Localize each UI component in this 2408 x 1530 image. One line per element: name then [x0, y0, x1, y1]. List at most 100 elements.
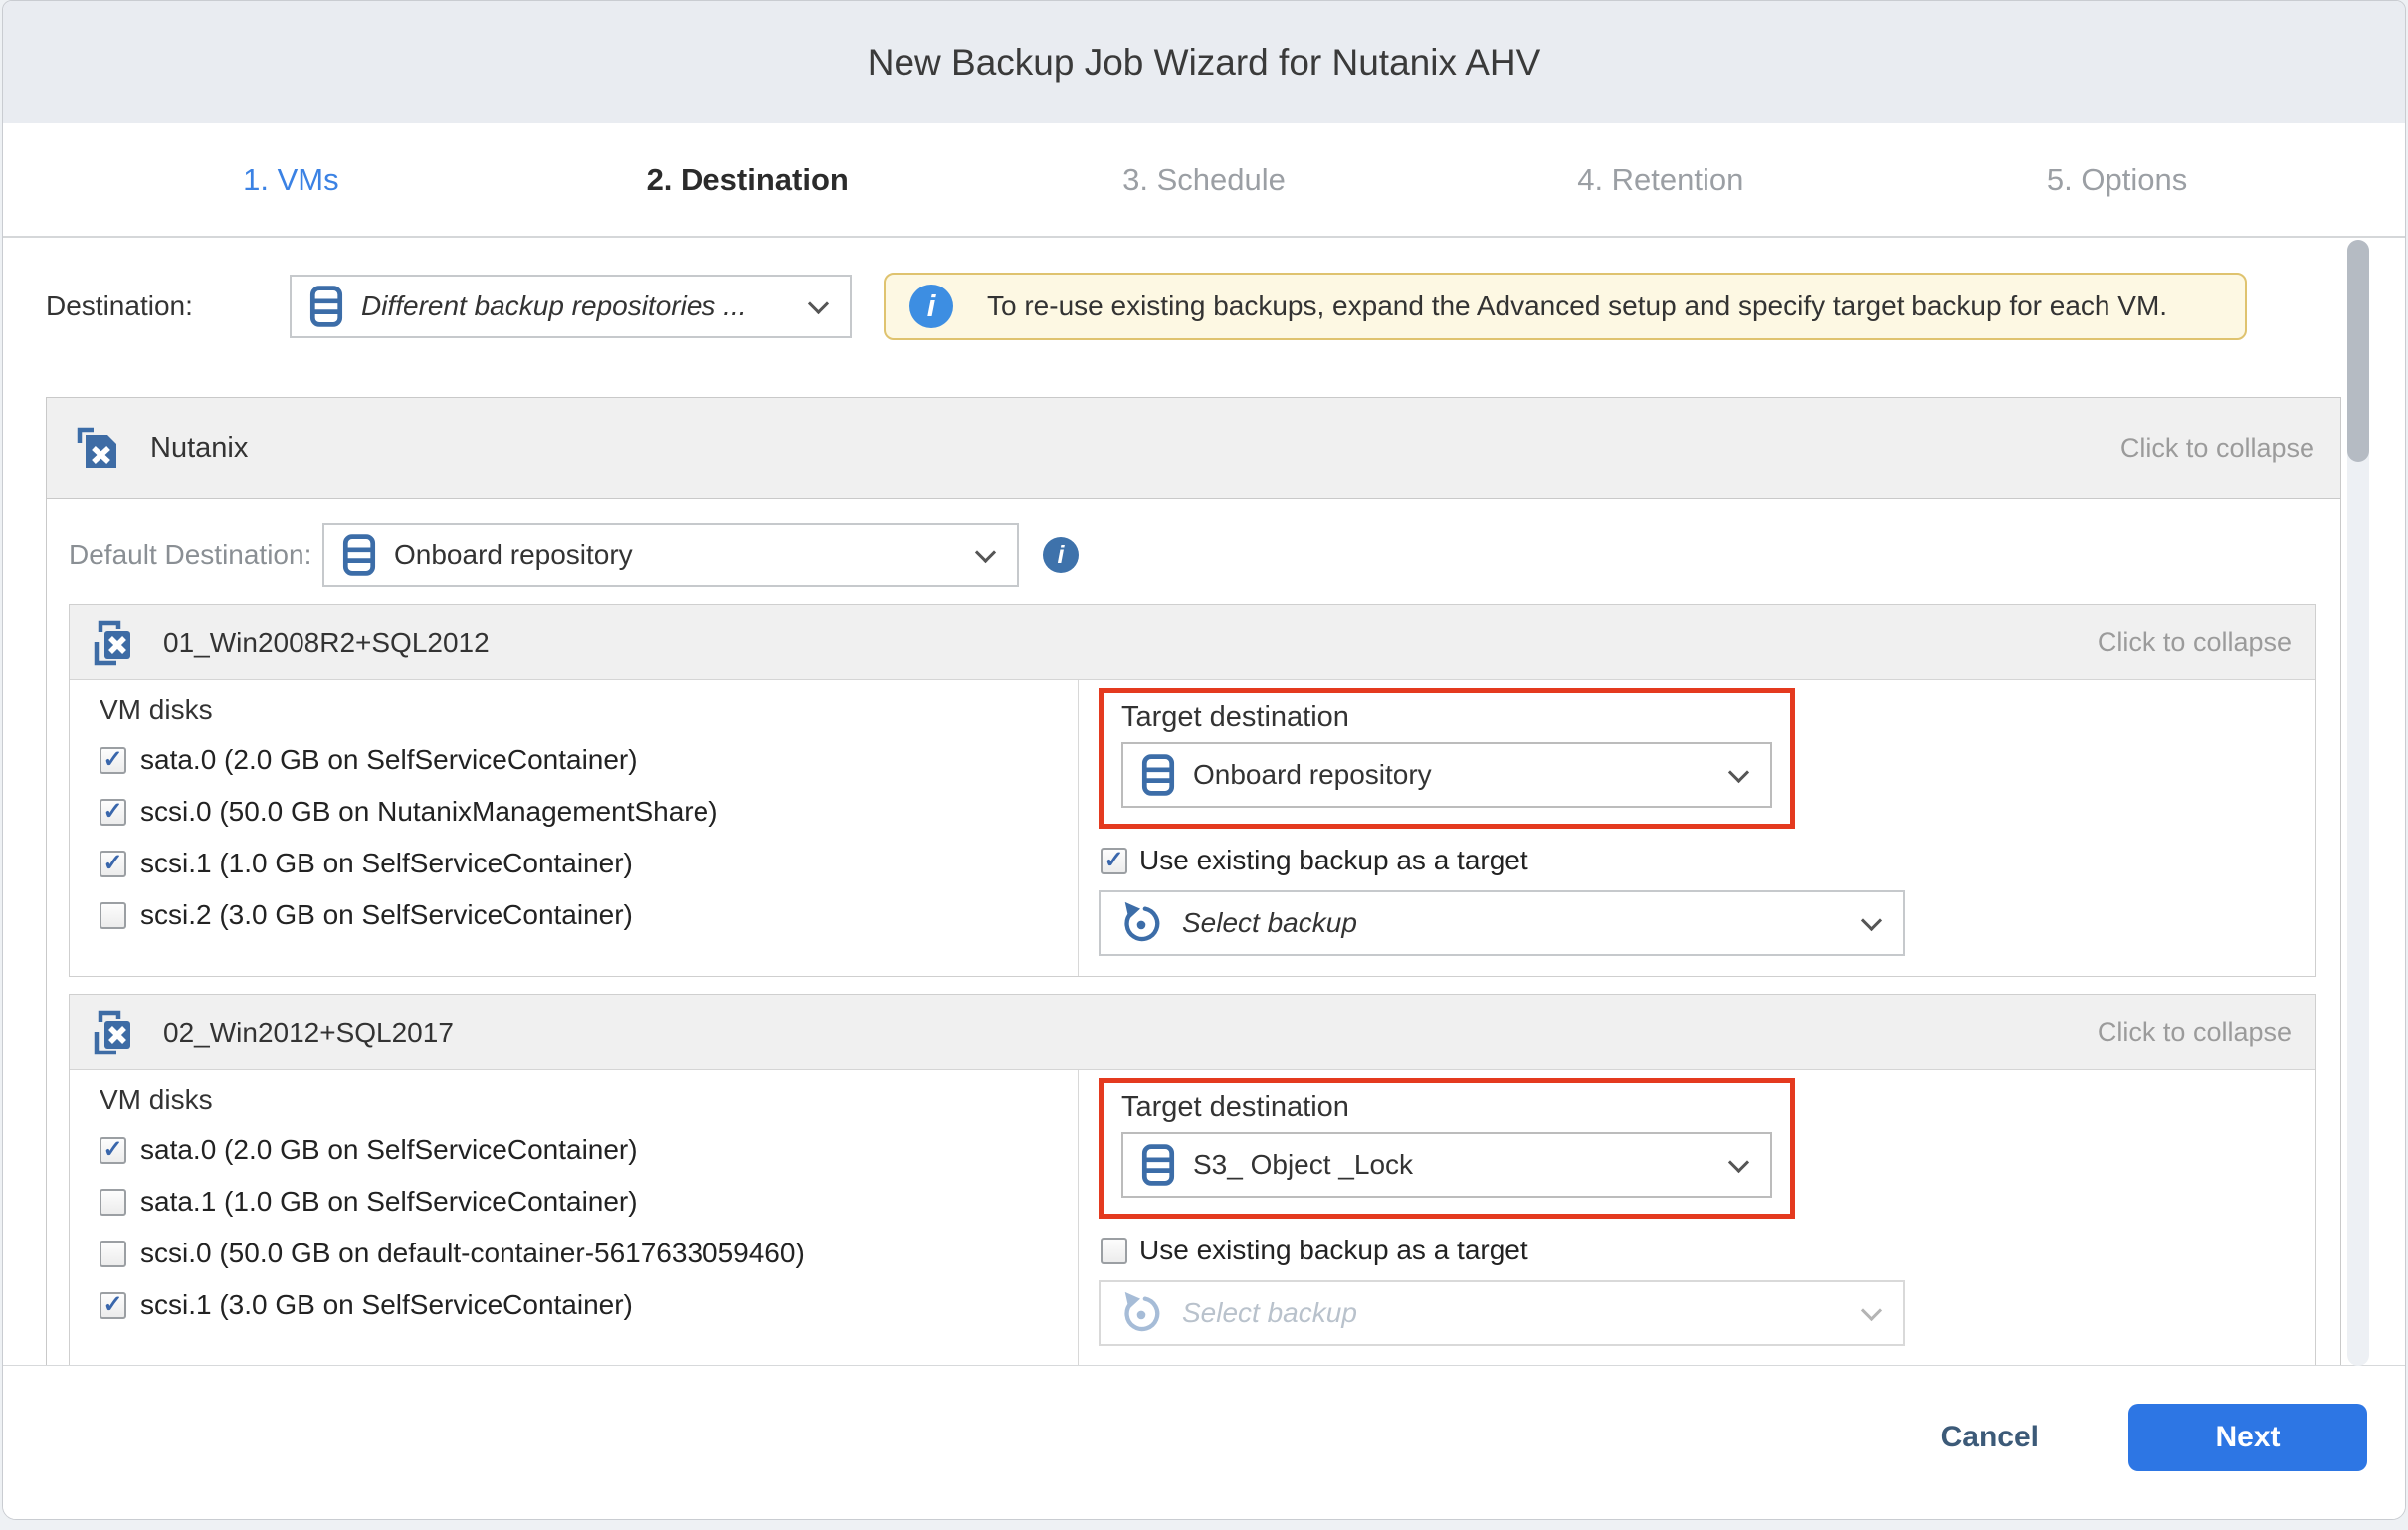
- nutanix-section-body: Default Destination: Onboard repository …: [46, 499, 2341, 1366]
- repository-icon: [1141, 1143, 1175, 1187]
- next-button[interactable]: Next: [2128, 1404, 2367, 1471]
- vm-02-target-highlight: Target destination S3_ Object _Lock: [1099, 1078, 1795, 1219]
- page-title: New Backup Job Wizard for Nutanix AHV: [868, 42, 1541, 84]
- destination-label: Destination:: [46, 290, 290, 322]
- vm-02-body: VM disks sata.0 (2.0 GB on SelfServiceCo…: [70, 1070, 2315, 1366]
- vertical-scrollbar-track[interactable]: [2347, 240, 2369, 1366]
- disk-checkbox[interactable]: [100, 1241, 126, 1267]
- chevron-down-icon: [808, 292, 829, 313]
- default-destination-dropdown[interactable]: Onboard repository: [322, 523, 1019, 587]
- step-retention: 4. Retention: [1432, 162, 1889, 198]
- disk-checkbox[interactable]: [100, 851, 126, 877]
- disk-label: sata.0 (2.0 GB on SelfServiceContainer): [140, 744, 638, 776]
- nutanix-section: Nutanix Click to collapse Default Destin…: [46, 397, 2341, 1366]
- titlebar: New Backup Job Wizard for Nutanix AHV: [3, 1, 2405, 123]
- vm-02-use-existing-row[interactable]: Use existing backup as a target: [1101, 1235, 2315, 1266]
- use-existing-label: Use existing backup as a target: [1139, 845, 1528, 876]
- vm-01-disks: VM disks sata.0 (2.0 GB on SelfServiceCo…: [70, 680, 1079, 976]
- disk-row[interactable]: sata.0 (2.0 GB on SelfServiceContainer): [100, 734, 1078, 786]
- backup-job-wizard-dialog: New Backup Job Wizard for Nutanix AHV 1.…: [2, 0, 2406, 1520]
- nutanix-collapse-hint[interactable]: Click to collapse: [2120, 433, 2314, 464]
- vm-02-select-backup-value: Select backup: [1182, 1297, 1852, 1329]
- chevron-down-icon: [1728, 761, 1749, 782]
- vm-02-disks: VM disks sata.0 (2.0 GB on SelfServiceCo…: [70, 1070, 1079, 1366]
- disk-checkbox[interactable]: [100, 1137, 126, 1164]
- disk-checkbox[interactable]: [100, 902, 126, 929]
- chevron-down-icon: [1728, 1151, 1749, 1172]
- vm-01-use-existing-row[interactable]: Use existing backup as a target: [1101, 845, 2315, 876]
- wizard-footer: Cancel Next: [3, 1366, 2405, 1519]
- vm-01-target-column: Target destination Onboard repository: [1079, 680, 2315, 976]
- wizard-content: Destination: Different backup repositori…: [3, 240, 2405, 1366]
- disk-row[interactable]: scsi.0 (50.0 GB on default-container-561…: [100, 1228, 1078, 1279]
- vm-01-target-value: Onboard repository: [1193, 759, 1719, 791]
- vertical-scrollbar-thumb[interactable]: [2347, 240, 2369, 462]
- default-destination-label: Default Destination:: [69, 539, 322, 571]
- chevron-down-icon: [975, 541, 996, 562]
- nutanix-cluster-icon: [73, 423, 122, 475]
- wizard-step-bar: 1. VMs 2. Destination 3. Schedule 4. Ret…: [3, 123, 2405, 238]
- vm-02-collapse-hint[interactable]: Click to collapse: [2098, 1017, 2292, 1048]
- use-existing-checkbox[interactable]: [1101, 1238, 1127, 1264]
- default-destination-info-icon[interactable]: i: [1043, 537, 1079, 573]
- default-destination-row: Default Destination: Onboard repository …: [69, 523, 2316, 587]
- disk-label: scsi.0 (50.0 GB on NutanixManagementShar…: [140, 796, 718, 828]
- restore-point-icon: [1118, 1290, 1164, 1336]
- vm-box-01: 01_Win2008R2+SQL2012 Click to collapse V…: [69, 604, 2316, 977]
- disk-label: sata.1 (1.0 GB on SelfServiceContainer): [140, 1186, 638, 1218]
- disk-checkbox[interactable]: [100, 1189, 126, 1216]
- vm-box-02: 02_Win2012+SQL2017 Click to collapse VM …: [69, 994, 2316, 1366]
- step-schedule: 3. Schedule: [976, 162, 1433, 198]
- vm-01-collapse-hint[interactable]: Click to collapse: [2098, 627, 2292, 658]
- vm-01-title: 01_Win2008R2+SQL2012: [163, 627, 490, 659]
- use-existing-label: Use existing backup as a target: [1139, 1235, 1528, 1266]
- destination-dropdown-value: Different backup repositories ...: [361, 290, 799, 322]
- disk-checkbox[interactable]: [100, 747, 126, 774]
- vm-02-title: 02_Win2012+SQL2017: [163, 1017, 454, 1049]
- repository-icon: [309, 285, 343, 328]
- chevron-down-icon: [1861, 1299, 1882, 1320]
- disk-row[interactable]: sata.1 (1.0 GB on SelfServiceContainer): [100, 1176, 1078, 1228]
- vm-01-body: VM disks sata.0 (2.0 GB on SelfServiceCo…: [70, 680, 2315, 976]
- nutanix-section-title: Nutanix: [150, 432, 248, 465]
- vm-01-select-backup-value: Select backup: [1182, 907, 1852, 939]
- step-destination[interactable]: 2. Destination: [519, 162, 976, 198]
- disk-label: sata.0 (2.0 GB on SelfServiceContainer): [140, 1134, 638, 1166]
- destination-row: Destination: Different backup repositori…: [46, 273, 2341, 340]
- vm-01-header[interactable]: 01_Win2008R2+SQL2012 Click to collapse: [70, 605, 2315, 680]
- disk-checkbox[interactable]: [100, 1292, 126, 1319]
- info-note: i To re-use existing backups, expand the…: [884, 273, 2247, 340]
- disk-label: scsi.1 (1.0 GB on SelfServiceContainer): [140, 848, 633, 879]
- destination-dropdown[interactable]: Different backup repositories ...: [290, 275, 852, 338]
- disk-row[interactable]: scsi.1 (1.0 GB on SelfServiceContainer): [100, 838, 1078, 889]
- disk-label: scsi.0 (50.0 GB on default-container-561…: [140, 1238, 805, 1269]
- chevron-down-icon: [1861, 909, 1882, 930]
- vm-disks-label: VM disks: [100, 1084, 1078, 1124]
- repository-icon: [1141, 753, 1175, 797]
- vm-01-select-backup-dropdown[interactable]: Select backup: [1099, 890, 1905, 956]
- vm-02-header[interactable]: 02_Win2012+SQL2017 Click to collapse: [70, 995, 2315, 1070]
- default-destination-value: Onboard repository: [394, 539, 966, 571]
- step-vms[interactable]: 1. VMs: [63, 162, 519, 198]
- disk-row[interactable]: scsi.2 (3.0 GB on SelfServiceContainer): [100, 889, 1078, 941]
- vm-icon: [88, 1007, 139, 1058]
- vm-01-target-dropdown[interactable]: Onboard repository: [1121, 742, 1772, 808]
- disk-label: scsi.2 (3.0 GB on SelfServiceContainer): [140, 899, 633, 931]
- disk-row[interactable]: sata.0 (2.0 GB on SelfServiceContainer): [100, 1124, 1078, 1176]
- nutanix-section-header[interactable]: Nutanix Click to collapse: [46, 397, 2341, 499]
- disk-label: scsi.1 (3.0 GB on SelfServiceContainer): [140, 1289, 633, 1321]
- step-options: 5. Options: [1889, 162, 2345, 198]
- use-existing-checkbox[interactable]: [1101, 848, 1127, 874]
- vm-02-target-column: Target destination S3_ Object _Lock: [1079, 1070, 2315, 1366]
- repository-icon: [342, 533, 376, 577]
- vm-02-target-dropdown[interactable]: S3_ Object _Lock: [1121, 1132, 1772, 1198]
- info-icon: i: [909, 285, 953, 328]
- disk-row[interactable]: scsi.0 (50.0 GB on NutanixManagementShar…: [100, 786, 1078, 838]
- disk-checkbox[interactable]: [100, 799, 126, 826]
- disk-row[interactable]: scsi.1 (3.0 GB on SelfServiceContainer): [100, 1279, 1078, 1331]
- vm-02-select-backup-dropdown: Select backup: [1099, 1280, 1905, 1346]
- target-destination-label: Target destination: [1121, 701, 1772, 734]
- cancel-button[interactable]: Cancel: [1941, 1421, 2039, 1454]
- info-note-text: To re-use existing backups, expand the A…: [987, 290, 2167, 322]
- restore-point-icon: [1118, 900, 1164, 946]
